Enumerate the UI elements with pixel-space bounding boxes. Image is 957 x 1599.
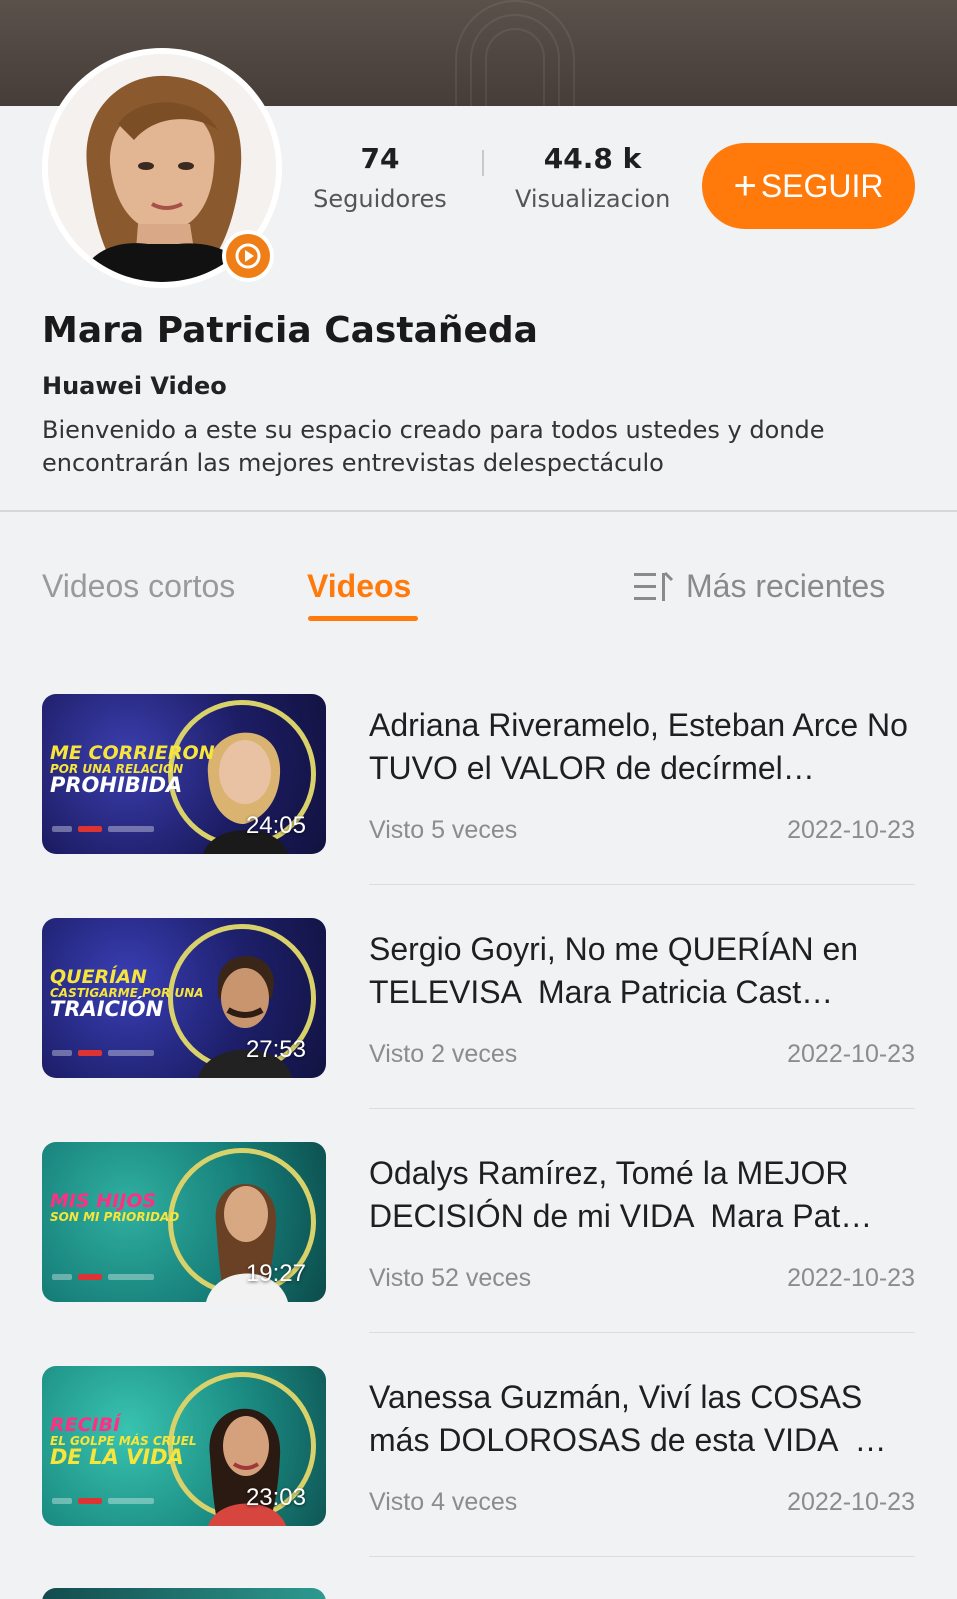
video-date: 2022-10-23 <box>787 1264 915 1292</box>
video-duration: 23:03 <box>245 1484 306 1511</box>
video-title[interactable]: Vanessa Guzmán, Viví las COSAS más DOLOR… <box>369 1376 919 1462</box>
followers-label: Seguidores <box>313 185 447 213</box>
banner-decoration <box>485 28 545 134</box>
channel-name: Mara Patricia Castañeda <box>42 310 538 351</box>
active-tab-indicator <box>308 616 418 621</box>
followers-count: 74 <box>360 142 400 175</box>
video-views: Visto 52 veces <box>369 1264 532 1292</box>
row-divider <box>369 1108 915 1109</box>
thumbnail-caption-line: MIS HIJOS <box>50 1190 157 1212</box>
video-thumbnail[interactable]: ME CORRIERON POR UNA RELACIÓN PROHIBIDA … <box>42 694 326 854</box>
video-date: 2022-10-23 <box>787 816 915 844</box>
views-count: 44.8 k <box>543 142 642 175</box>
thumbnail-caption: ME CORRIERON POR UNA RELACIÓN PROHIBIDA <box>50 744 220 796</box>
section-divider <box>0 510 957 512</box>
video-title[interactable]: Sergio Goyri, No me QUERÍAN en TELEVISA … <box>369 928 919 1014</box>
video-views: Visto 5 veces <box>369 816 518 844</box>
sort-label: Más recientes <box>686 568 886 604</box>
thumbnail-brand-bar <box>52 1498 162 1504</box>
plus-icon: + <box>733 164 757 208</box>
thumbnail-caption-line: DE LA VIDA <box>50 1445 184 1469</box>
verified-badge <box>222 230 274 282</box>
sort-icon <box>634 570 674 604</box>
thumbnail-brand-bar <box>52 826 162 832</box>
video-views: Visto 4 veces <box>369 1488 518 1516</box>
follow-button-label: SEGUIR <box>760 167 884 204</box>
thumbnail-caption: QUERÍAN CASTIGARME POR UNA TRAICIÓN <box>50 968 220 1020</box>
views-stat: 44.8 k Visualizaciones <box>515 142 670 213</box>
views-label: Visualizaciones <box>515 185 670 213</box>
video-duration: 27:53 <box>245 1036 306 1063</box>
thumbnail-caption: RECIBÍ EL GOLPE MÁS CRUEL DE LA VIDA <box>50 1416 220 1468</box>
video-item[interactable]: ME CORRIERON POR UNA RELACIÓN PROHIBIDA … <box>0 694 957 885</box>
sort-dropdown[interactable]: Más recientes <box>634 568 885 605</box>
row-divider <box>369 884 915 885</box>
video-item[interactable]: QUERÍAN CASTIGARME POR UNA TRAICIÓN 27:5… <box>0 918 957 1109</box>
video-date: 2022-10-23 <box>787 1488 915 1516</box>
play-icon <box>226 234 270 278</box>
video-item[interactable]: RECIBÍ EL GOLPE MÁS CRUEL DE LA VIDA 23:… <box>0 1366 957 1557</box>
thumbnail-caption-line: QUERÍAN <box>50 966 147 988</box>
thumbnail-caption-line: TRAICIÓN <box>50 997 164 1021</box>
video-duration: 19:27 <box>245 1260 306 1287</box>
video-views: Visto 2 veces <box>369 1040 518 1068</box>
tab-videos[interactable]: Videos <box>307 568 411 605</box>
video-thumbnail[interactable]: QUERÍAN CASTIGARME POR UNA TRAICIÓN 27:5… <box>42 918 326 1078</box>
video-title[interactable]: Adriana Riveramelo, Esteban Arce No TUVO… <box>369 704 919 790</box>
video-item[interactable]: MIS HIJOS SON MI PRIORIDAD 19:27 Odalys … <box>0 1142 957 1333</box>
tab-videos-cortos[interactable]: Videos cortos <box>42 568 235 605</box>
thumbnail-brand-bar <box>52 1274 162 1280</box>
thumbnail-caption: MIS HIJOS SON MI PRIORIDAD <box>50 1190 220 1224</box>
video-title[interactable]: Odalys Ramírez, Tomé la MEJOR DECISIÓN d… <box>369 1152 919 1238</box>
video-thumbnail[interactable]: MIS HIJOS SON MI PRIORIDAD 19:27 <box>42 1142 326 1302</box>
video-thumbnail[interactable]: RECIBÍ EL GOLPE MÁS CRUEL DE LA VIDA 23:… <box>42 1366 326 1526</box>
stat-divider <box>482 150 484 176</box>
followers-stat: 74 Seguidores <box>300 142 460 213</box>
channel-subtitle: Huawei Video <box>42 372 227 400</box>
video-duration: 24:05 <box>245 812 306 839</box>
follow-button[interactable]: + SEGUIR <box>702 143 915 229</box>
row-divider <box>369 1332 915 1333</box>
thumbnail-caption-line: SON MI PRIORIDAD <box>50 1210 180 1224</box>
thumbnail-caption-line: PROHIBIDA <box>50 773 183 797</box>
thumbnail-brand-bar <box>52 1050 162 1056</box>
video-date: 2022-10-23 <box>787 1040 915 1068</box>
row-divider <box>369 1556 915 1557</box>
thumbnail-caption-line: RECIBÍ <box>50 1414 121 1436</box>
next-video-thumbnail[interactable] <box>42 1588 326 1599</box>
channel-description: Bienvenido a este su espacio creado para… <box>42 416 825 477</box>
thumbnail-caption-line: ME CORRIERON <box>50 742 215 764</box>
